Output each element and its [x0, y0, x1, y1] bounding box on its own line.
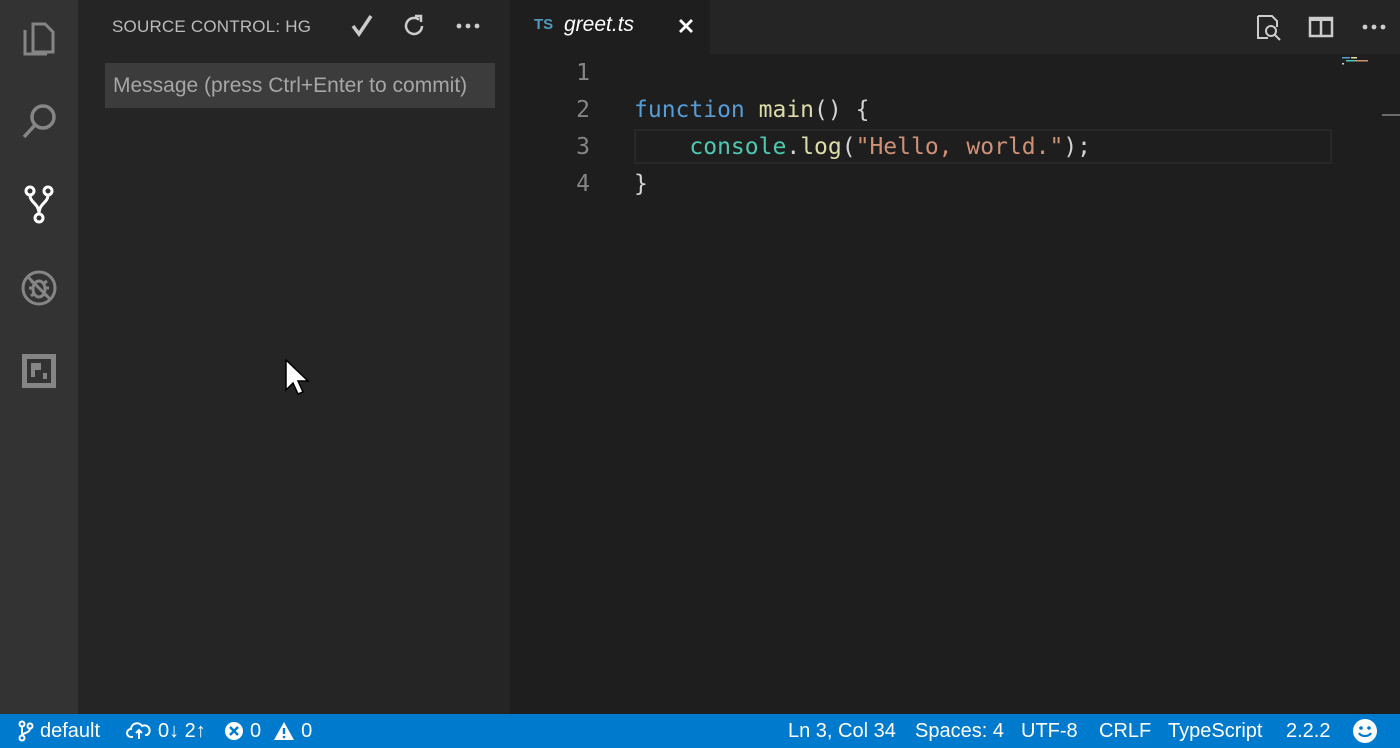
check-icon	[351, 15, 373, 38]
code-line[interactable]: 2 function main() {	[510, 92, 1332, 128]
cloud-sync-icon	[126, 722, 151, 739]
language-mode-selector[interactable]: TypeScript	[1168, 714, 1262, 748]
source-control-sidebar: SOURCE CONTROL: HG	[78, 0, 510, 714]
branch-icon	[18, 720, 34, 742]
source-control-button[interactable]	[0, 172, 78, 236]
extensions-button[interactable]	[0, 339, 78, 403]
code-line[interactable]: 1	[510, 55, 1332, 91]
minimap-preview	[1342, 57, 1368, 65]
more-actions-button[interactable]	[452, 10, 484, 42]
code-token: () {	[814, 97, 870, 123]
code-token: console	[689, 134, 787, 160]
language-label: TypeScript	[1168, 719, 1263, 742]
minimap[interactable]	[1332, 54, 1382, 714]
commit-message-input[interactable]	[105, 63, 495, 108]
debug-icon	[21, 270, 57, 306]
smiley-icon	[1353, 719, 1377, 743]
status-bar: default 0↓ 2↑ 0 0 Ln 3, Col 34 Spaces: 4…	[0, 714, 1400, 748]
close-icon	[679, 19, 693, 33]
feedback-button[interactable]	[1352, 714, 1378, 748]
scrollbar-thumb[interactable]	[1382, 114, 1400, 116]
error-icon	[225, 722, 243, 740]
refresh-button[interactable]	[398, 10, 430, 42]
branch-indicator[interactable]: default	[18, 714, 100, 748]
line-number: 2	[576, 97, 590, 123]
open-changes-button[interactable]	[1251, 10, 1285, 44]
encoding-label: UTF-8	[1021, 719, 1078, 742]
open-changes-icon	[1257, 15, 1281, 41]
code-token: (	[841, 134, 856, 160]
cursor-position-label: Ln 3, Col 34	[788, 719, 896, 742]
eol-label: CRLF	[1099, 719, 1152, 742]
more-icon	[1362, 24, 1386, 30]
problems-indicator[interactable]: 0 0	[224, 714, 312, 748]
editor-scrollbar[interactable]	[1382, 54, 1400, 714]
editor-tabbar: TS greet.ts	[510, 0, 1400, 54]
code-token: .	[786, 134, 801, 160]
editor-area: TS greet.ts 12function main() {3 conso	[510, 0, 1400, 714]
code-token: }	[634, 171, 648, 197]
line-number: 4	[576, 171, 590, 197]
refresh-icon	[404, 14, 424, 36]
eol-selector[interactable]: CRLF	[1099, 714, 1151, 748]
line-number: 3	[576, 134, 590, 160]
tab-greet-ts[interactable]: TS greet.ts	[510, 0, 710, 54]
search-button[interactable]	[0, 90, 78, 154]
sidebar-header: SOURCE CONTROL: HG	[78, 0, 510, 54]
typescript-version[interactable]: 2.2.2	[1286, 714, 1330, 748]
code-line[interactable]: 4}	[510, 166, 1332, 202]
split-editor-button[interactable]	[1304, 10, 1338, 44]
cursor-position[interactable]: Ln 3, Col 34	[788, 714, 896, 748]
activity-bar	[0, 0, 78, 714]
explorer-button[interactable]	[0, 6, 78, 70]
debug-button[interactable]	[0, 256, 78, 320]
error-count: 0	[250, 719, 262, 742]
version-label: 2.2.2	[1286, 719, 1331, 742]
tab-close-button[interactable]	[674, 14, 698, 38]
line-content: console.log("Hello, world.");	[634, 129, 1091, 165]
tab-label: greet.ts	[564, 13, 635, 36]
code-token: );	[1063, 134, 1092, 160]
split-editor-icon	[1308, 16, 1334, 38]
more-icon	[456, 23, 480, 29]
line-content: function main() {	[634, 92, 869, 128]
branch-name: default	[40, 719, 101, 742]
encoding-selector[interactable]: UTF-8	[1021, 714, 1078, 748]
sync-indicator[interactable]: 0↓ 2↑	[126, 714, 206, 748]
mouse-cursor-icon	[285, 358, 310, 395]
line-number: 1	[576, 60, 590, 86]
line-content: }	[634, 166, 648, 202]
code-editor[interactable]: 1 2 function main() {3 console.log("Hello,…	[510, 54, 1332, 714]
editor-more-button[interactable]	[1357, 10, 1391, 44]
typescript-badge: TS	[534, 16, 554, 33]
indentation-label: Spaces: 4	[915, 719, 1004, 742]
extensions-icon	[22, 354, 56, 388]
commit-button[interactable]	[346, 10, 378, 42]
files-icon	[23, 22, 55, 56]
sync-counts: 0↓ 2↑	[158, 719, 206, 742]
code-line[interactable]: 3 console.log("Hello, world.");	[510, 129, 1332, 165]
indentation-selector[interactable]: Spaces: 4	[915, 714, 1004, 748]
sidebar-title: SOURCE CONTROL: HG	[112, 17, 312, 36]
code-token: "Hello, world."	[855, 134, 1064, 160]
code-token: log	[800, 134, 842, 160]
code-token: main	[758, 97, 815, 123]
source-control-icon	[24, 185, 54, 224]
warning-icon	[274, 722, 295, 740]
code-token: function	[634, 97, 745, 123]
warning-count: 0	[301, 719, 313, 742]
search-icon	[22, 104, 56, 139]
